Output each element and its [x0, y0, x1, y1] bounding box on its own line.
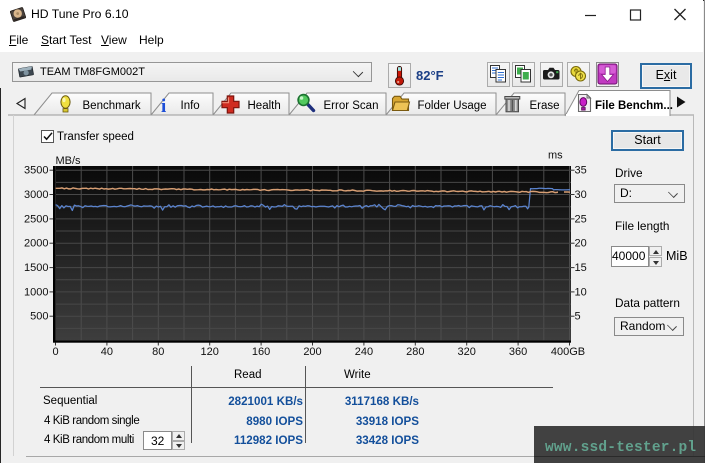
svg-text:Benchmark: Benchmark: [83, 100, 141, 112]
svg-text:Erase: Erase: [530, 100, 560, 112]
svg-text:Error Scan: Error Scan: [324, 100, 379, 112]
svg-text:Info: Info: [181, 100, 200, 112]
svg-text:i: i: [161, 96, 166, 117]
svg-text:Folder Usage: Folder Usage: [418, 100, 487, 112]
svg-text:Health: Health: [248, 100, 281, 112]
svg-text:File Benchm...: File Benchm...: [595, 100, 673, 112]
